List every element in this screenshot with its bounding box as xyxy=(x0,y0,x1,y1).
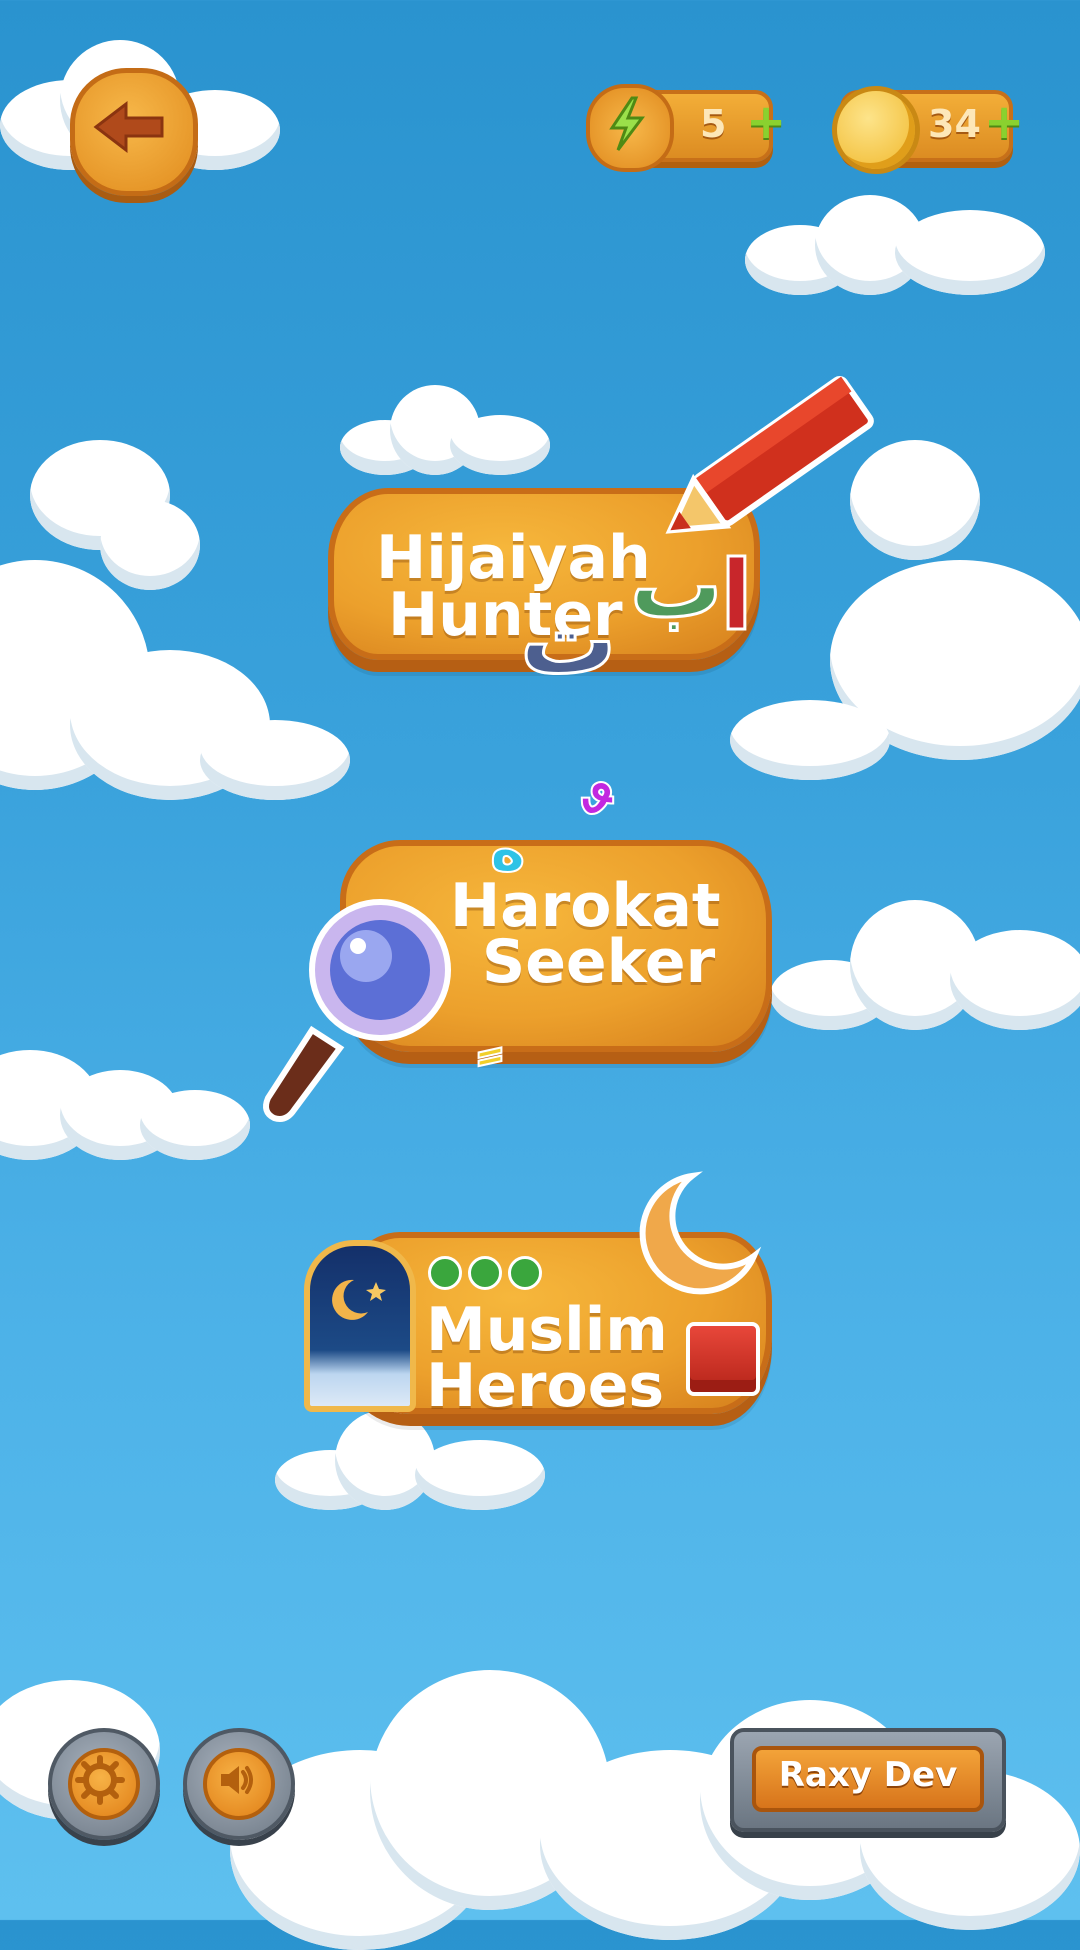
magnifier-icon xyxy=(263,899,451,1122)
crescent-moon-icon xyxy=(639,1171,762,1295)
cloud-right-mid xyxy=(770,900,1080,1030)
cloud-left-mid xyxy=(0,1030,260,1160)
energy-counter: 5 + xyxy=(586,84,786,172)
credit-label: Raxy Dev xyxy=(778,1755,958,1795)
speaker-icon xyxy=(203,1748,275,1820)
gear-icon xyxy=(68,1748,140,1820)
back-arrow-icon xyxy=(93,100,164,154)
arabic-letter-ta: ت xyxy=(518,584,617,696)
menu-title-line2: Seeker xyxy=(482,927,716,997)
settings-button[interactable] xyxy=(48,1728,160,1840)
arabic-letter-alif: ا xyxy=(719,540,755,652)
menu-title-line1: Hijaiyah xyxy=(376,523,651,593)
coin-counter: 34 + xyxy=(832,86,1024,174)
credit-inner: Raxy Dev xyxy=(752,1746,984,1812)
harokat-seeker-button[interactable]: Harokat Seeker ه ٌ ٍ xyxy=(250,785,790,1130)
energy-add-button[interactable]: + xyxy=(746,98,786,146)
muslim-heroes-button[interactable]: Muslim Heroes xyxy=(300,1170,780,1450)
harokat-mark-ha: ه xyxy=(489,815,526,885)
red-book-icon xyxy=(686,1322,760,1396)
back-button[interactable] xyxy=(70,68,198,196)
arabic-letter-ba: ب xyxy=(628,532,723,639)
credit-button[interactable]: Raxy Dev xyxy=(730,1728,1006,1832)
coin-add-button[interactable]: + xyxy=(984,98,1024,146)
hijaiyah-hunter-button[interactable]: Hijaiyah Hunter ب ا ت xyxy=(320,360,880,710)
lightning-icon xyxy=(586,84,674,172)
energy-value: 5 xyxy=(700,102,727,146)
coin-icon xyxy=(832,86,920,174)
mosque-window-icon xyxy=(304,1240,416,1412)
coin-value: 34 xyxy=(928,102,981,146)
sound-button[interactable] xyxy=(183,1728,295,1840)
menu-title-line2: Heroes xyxy=(426,1351,665,1421)
progress-dots xyxy=(428,1256,558,1290)
cloud-top-right xyxy=(745,190,1045,300)
